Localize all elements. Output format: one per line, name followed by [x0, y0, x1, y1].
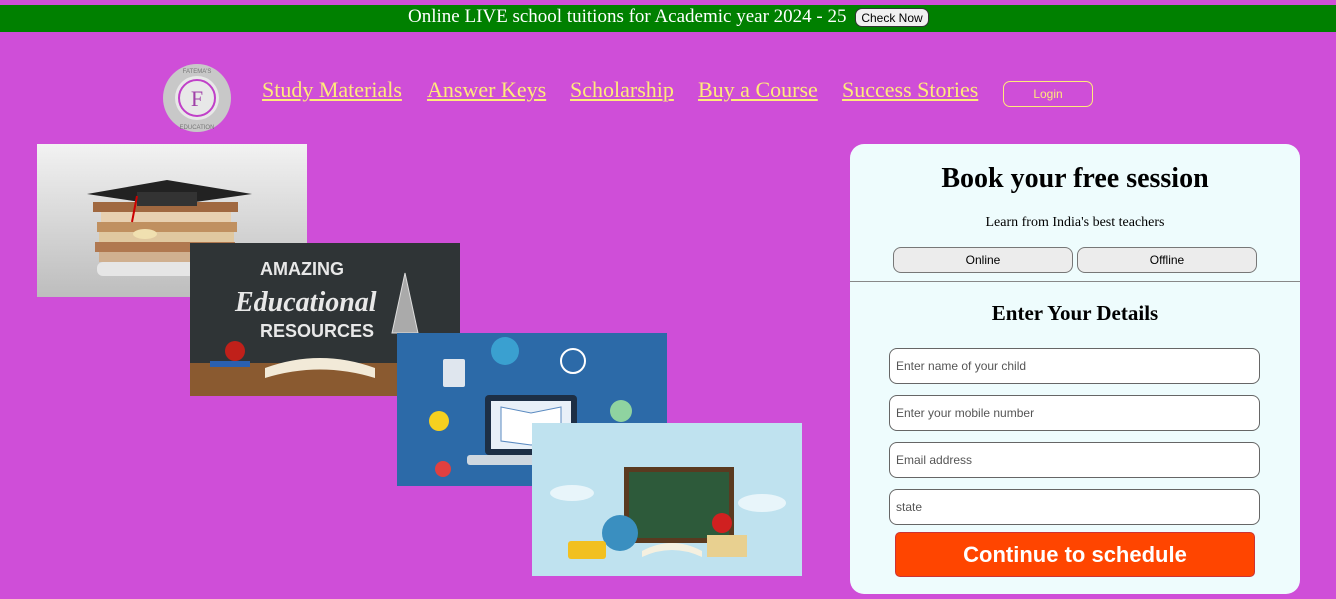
- details-title: Enter Your Details: [991, 301, 1159, 325]
- chalk-line-3: RESOURCES: [260, 321, 374, 341]
- mode-online-button[interactable]: Online: [893, 247, 1073, 273]
- continue-to-schedule-button[interactable]: Continue to schedule: [895, 532, 1255, 577]
- mode-offline-button[interactable]: Offline: [1077, 247, 1257, 273]
- booking-title: Book your free session: [941, 163, 1209, 194]
- nav-scholarship[interactable]: Scholarship: [570, 77, 674, 103]
- logo-letter: F: [191, 86, 203, 111]
- nav-buy-a-course[interactable]: Buy a Course: [698, 77, 818, 103]
- login-button[interactable]: Login: [1003, 81, 1093, 107]
- state-field[interactable]: [889, 489, 1260, 525]
- booking-card: Book your free session Learn from India'…: [850, 144, 1300, 594]
- email-field[interactable]: [889, 442, 1260, 478]
- chalk-line-2: Educational: [234, 287, 377, 318]
- logo-ring-bottom: EDUCATION: [180, 125, 215, 131]
- nav-success-stories[interactable]: Success Stories: [842, 77, 978, 103]
- chalk-line-1: AMAZING: [260, 259, 344, 279]
- mobile-number-field[interactable]: [889, 395, 1260, 431]
- logo-ring-top: FATEMA'S: [183, 69, 212, 75]
- nav-study-materials[interactable]: Study Materials: [262, 77, 402, 103]
- booking-subtitle: Learn from India's best teachers: [985, 215, 1165, 230]
- site-logo[interactable]: F FATEMA'S EDUCATION: [162, 63, 232, 133]
- school-illustration-image: [532, 423, 802, 576]
- child-name-field[interactable]: [889, 348, 1260, 384]
- divider: [850, 281, 1300, 282]
- top-banner: Online LIVE school tuitions for Academic…: [0, 5, 1336, 32]
- nav-answer-keys[interactable]: Answer Keys: [427, 77, 546, 103]
- banner-text: Online LIVE school tuitions for Academic…: [408, 6, 847, 27]
- check-now-button[interactable]: Check Now: [855, 8, 929, 27]
